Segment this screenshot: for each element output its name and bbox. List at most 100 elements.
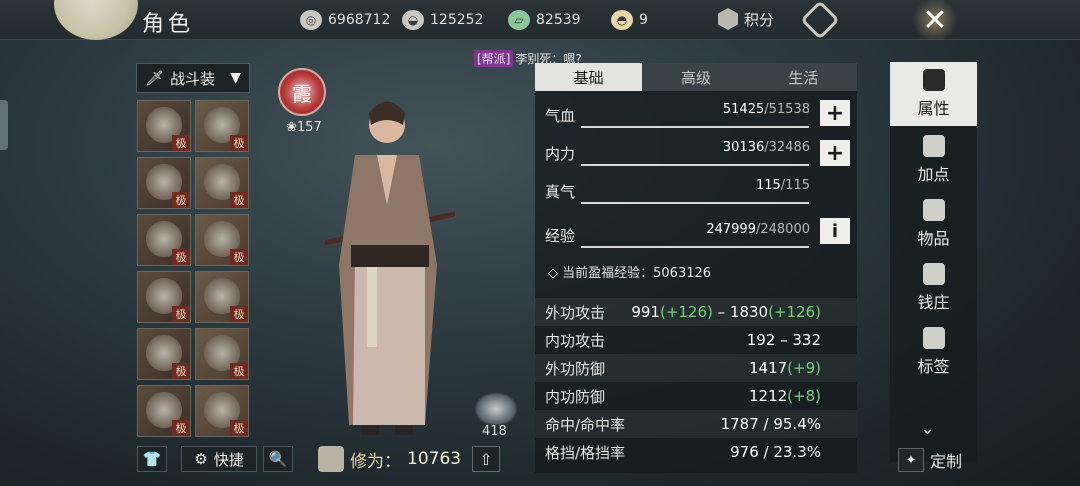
bar-line (581, 202, 809, 204)
badge-text: 霞 (292, 81, 312, 106)
stat-bonus-2: (+126) (768, 303, 821, 321)
nav-tags[interactable]: 标签 (890, 320, 977, 384)
equip-slot-belt[interactable]: 极 (137, 271, 191, 323)
bar-label: 真气 (545, 183, 576, 201)
exp-info-button[interactable]: i (820, 218, 850, 244)
tab-advanced[interactable]: 高级 (642, 63, 750, 91)
equip-slot-boots[interactable]: 极 (137, 385, 191, 437)
stat-name: 格挡/格挡率 (545, 443, 626, 462)
stat-v1: 1787 / 95.4% (720, 415, 821, 433)
left-drawer-handle[interactable] (0, 100, 8, 150)
pet-butterfly-icon[interactable] (474, 392, 518, 426)
stat-name: 外功防御 (545, 359, 606, 378)
stat-value: 192 – 332 (747, 331, 821, 349)
bar-max: /51538 (764, 102, 810, 117)
equip-slot-chest[interactable]: 极 (137, 214, 191, 266)
wardrobe-button[interactable]: 👕 (137, 446, 167, 472)
equip-slot-ring[interactable]: 极 (195, 328, 249, 380)
grade-badge: 极 (230, 135, 248, 151)
page-title: 角色 (142, 12, 195, 37)
outfit-selector[interactable]: 🗡 战斗装 ▼ (136, 63, 250, 93)
nav-items[interactable]: 物品 (890, 192, 977, 256)
nav-label: 物品 (917, 229, 950, 248)
grade-badge: 极 (172, 249, 190, 265)
bar-line (581, 246, 809, 248)
stat-v1: 1417 (748, 359, 788, 377)
stat-name: 命中/命中率 (545, 415, 626, 434)
bar-current: 51425 (722, 102, 765, 117)
grade-badge: 极 (172, 420, 190, 436)
bar-line (581, 164, 809, 166)
cultivation-up-button[interactable]: ⇧ (472, 446, 500, 472)
nav-bank[interactable]: 钱庄 (890, 256, 977, 320)
customize-button[interactable]: ✦ 定制 (898, 448, 962, 472)
stat-v1: 976 / 23.3% (730, 443, 821, 461)
add-mp-button[interactable]: + (820, 140, 850, 166)
arrow-up-icon: ⇧ (479, 449, 493, 469)
stat-bonus: (+8) (787, 387, 821, 405)
equip-slot-legs[interactable]: 极 (137, 328, 191, 380)
sect-badge[interactable]: 霞 (278, 68, 326, 116)
grade-badge: 极 (172, 192, 190, 208)
bonus-exp-text: ◇ 当前盈福经验：5063126 (548, 266, 712, 281)
bar-label: 经验 (545, 227, 576, 245)
tab-life[interactable]: 生活 (749, 63, 857, 91)
currency-value: 82539 (536, 12, 581, 28)
equip-slot-weapon-secondary[interactable]: 极 (195, 100, 249, 152)
chevron-down-icon: ▼ (230, 70, 241, 86)
nav-label: 标签 (917, 357, 950, 376)
stat-v2: – 1830 (712, 303, 769, 321)
equip-slot-accessory[interactable]: 极 (195, 214, 249, 266)
info-icon: i (831, 220, 839, 242)
nav-label: 加点 (917, 165, 950, 184)
bar-value: 51425/51538 (723, 102, 810, 117)
bar-current: 30136 (722, 140, 765, 155)
stat-row: 格挡/格挡率 976 / 23.3% (535, 438, 857, 466)
tag-icon (922, 327, 945, 349)
grade-badge: 极 (172, 363, 190, 379)
quick-button[interactable]: ⚙ 快捷 (181, 446, 257, 472)
cultivation-value: 10763 (407, 449, 462, 469)
equip-slot-bracelet[interactable]: 极 (195, 271, 249, 323)
hp-bar: 气血 51425/51538 (545, 102, 845, 130)
stat-v1: 991 (631, 303, 660, 321)
close-button[interactable]: ✕ (910, 0, 960, 40)
tab-basic[interactable]: 基础 (535, 63, 643, 91)
stat-row: 内功防御 1212(+8) (535, 382, 857, 410)
silver-ingot-icon: ◒ (402, 10, 424, 30)
sword-icon: 🗡 (145, 69, 165, 87)
currency-gold: ◓ 9 (611, 10, 648, 30)
hat-icon (922, 69, 945, 91)
add-hp-button[interactable]: + (820, 100, 850, 126)
inspect-button[interactable]: 🔍 (263, 446, 293, 472)
equip-slot-head[interactable]: 极 (137, 157, 191, 209)
plus-icon: + (825, 100, 845, 126)
stat-v1: 192 – 332 (746, 331, 821, 349)
grade-badge: 极 (172, 306, 190, 322)
bar-value: 247999/248000 (706, 222, 810, 237)
gold-ingot-plus-icon: ◓ (611, 10, 633, 30)
level-value: 157 (296, 120, 322, 135)
equip-slot-neck[interactable]: 极 (195, 157, 249, 209)
equip-slot-pouch[interactable]: 极 (195, 385, 249, 437)
equip-slot-weapon-primary[interactable]: 极 (137, 100, 191, 152)
points-button[interactable]: 积分 (718, 8, 774, 30)
stat-row: 内功攻击 192 – 332 (535, 326, 857, 354)
nav-label: 属性 (917, 99, 950, 118)
nav-points[interactable]: 加点 (890, 128, 977, 192)
grade-badge: 极 (230, 306, 248, 322)
mp-bar: 内力 30136/32486 (545, 140, 845, 168)
character-model[interactable] (325, 95, 455, 445)
grade-badge: 极 (172, 135, 190, 151)
points-label: 积分 (744, 10, 775, 29)
currency-jade: ▱ 82539 (508, 10, 581, 30)
points-shield-icon (718, 8, 738, 30)
currency-coins: ◎ 6968712 (300, 10, 390, 30)
bar-line (581, 126, 809, 128)
nav-attributes[interactable]: 属性 (890, 62, 977, 126)
cultivation-label: 修为： (350, 451, 401, 472)
outfit-label: 战斗装 (170, 69, 216, 88)
stat-row: 命中/命中率 1787 / 95.4% (535, 410, 857, 438)
chevron-down-icon[interactable]: ⌄ (920, 418, 935, 439)
bar-max: /32486 (764, 140, 810, 155)
